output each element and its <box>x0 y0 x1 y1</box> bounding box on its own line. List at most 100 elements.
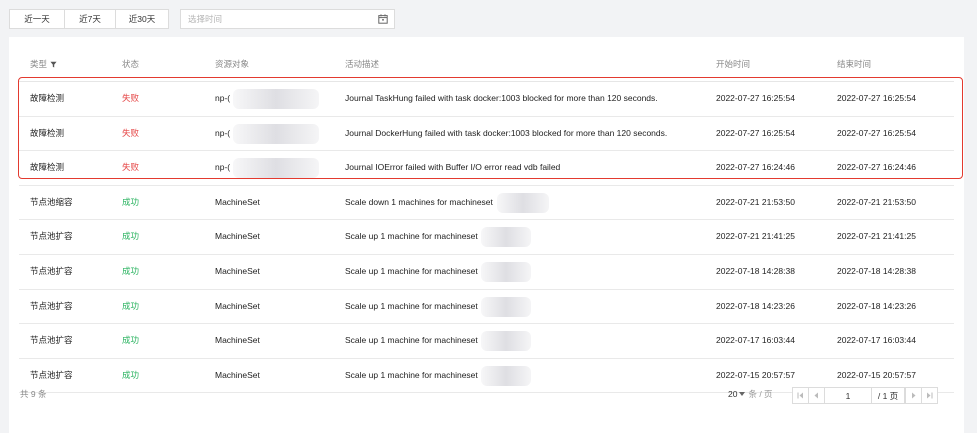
cell-end-time: 2022-07-21 21:53:50 <box>837 196 916 207</box>
chevron-down-icon <box>739 392 746 396</box>
cell-end-time: 2022-07-27 16:25:54 <box>837 127 916 138</box>
table-header: 类型 状态 资源对象 活动描述 开始时间 结束时间 <box>19 48 954 82</box>
redacted-blur <box>481 331 531 352</box>
redacted-blur <box>497 192 549 213</box>
table-row: 节点池扩容 成功 MachineSet Scale up 1 machine f… <box>19 290 954 325</box>
cell-resource: np-( <box>215 162 231 173</box>
range-30-days-button[interactable]: 近30天 <box>116 9 169 29</box>
cell-status: 成功 <box>122 300 140 311</box>
prev-page-icon <box>814 392 818 399</box>
cell-description: Scale up 1 machine for machineset <box>345 231 478 242</box>
time-filter-bar: 近一天 近7天 近30天 选择时间 <box>9 9 395 29</box>
cell-resource: MachineSet <box>215 300 260 311</box>
table-row: 故障检测 失败 np-( Journal IOError failed with… <box>19 151 954 186</box>
page-size-select[interactable]: 20 条 / 页 <box>728 388 773 400</box>
pagination: 1 / 1 页 <box>792 387 938 404</box>
page-size-unit: 条 / 页 <box>748 389 773 399</box>
date-picker-placeholder: 选择时间 <box>188 14 223 24</box>
cell-type: 节点池扩容 <box>30 335 73 346</box>
cell-type: 节点池扩容 <box>30 300 73 311</box>
cell-end-time: 2022-07-18 14:23:26 <box>837 300 916 311</box>
cell-resource: MachineSet <box>215 265 260 276</box>
cell-start-time: 2022-07-27 16:25:54 <box>716 127 795 138</box>
header-type[interactable]: 类型 <box>30 48 57 81</box>
activity-table-card: 类型 状态 资源对象 活动描述 开始时间 结束时间 故障检测 失败 np-( J… <box>9 37 964 433</box>
cell-status: 成功 <box>122 196 140 207</box>
cell-start-time: 2022-07-18 14:23:26 <box>716 300 795 311</box>
page-size-value: 20 <box>728 389 738 399</box>
calendar-icon[interactable] <box>378 14 388 24</box>
date-picker-input[interactable]: 选择时间 <box>180 9 395 29</box>
cell-end-time: 2022-07-27 16:24:46 <box>837 162 916 173</box>
cell-start-time: 2022-07-17 16:03:44 <box>716 335 795 346</box>
header-description: 活动描述 <box>345 59 380 69</box>
cell-description: Scale up 1 machine for machineset <box>345 335 478 346</box>
redacted-blur <box>481 261 531 282</box>
cell-status: 失败 <box>122 162 140 173</box>
cell-description: Scale up 1 machine for machineset <box>345 369 478 380</box>
cell-start-time: 2022-07-21 21:53:50 <box>716 196 795 207</box>
cell-start-time: 2022-07-15 20:57:57 <box>716 369 795 380</box>
range-7-days-button[interactable]: 近7天 <box>65 9 116 29</box>
cell-description: Scale down 1 machines for machineset <box>345 196 493 207</box>
range-1-day-button[interactable]: 近一天 <box>9 9 65 29</box>
cell-resource: MachineSet <box>215 369 260 380</box>
table-row: 节点池缩容 成功 MachineSet Scale down 1 machine… <box>19 186 954 221</box>
cell-start-time: 2022-07-18 14:28:38 <box>716 265 795 276</box>
cell-start-time: 2022-07-27 16:25:54 <box>716 93 795 103</box>
cell-resource: np-( <box>215 127 231 138</box>
cell-status: 失败 <box>122 93 140 103</box>
first-page-button[interactable] <box>792 387 809 404</box>
cell-description: Journal TaskHung failed with task docker… <box>345 93 658 103</box>
next-page-button[interactable] <box>905 387 922 404</box>
redacted-blur <box>481 296 531 317</box>
header-end-time: 结束时间 <box>837 59 872 69</box>
total-count: 共 9 条 <box>20 389 47 399</box>
table-row: 节点池扩容 成功 MachineSet Scale up 1 machine f… <box>19 255 954 290</box>
cell-description: Scale up 1 machine for machineset <box>345 300 478 311</box>
cell-type: 节点池缩容 <box>30 196 73 207</box>
filter-icon[interactable] <box>50 61 57 68</box>
redacted-blur <box>481 365 531 386</box>
redacted-blur <box>233 89 319 109</box>
table-row: 故障检测 失败 np-( Journal TaskHung failed wit… <box>19 82 954 117</box>
table-row: 节点池扩容 成功 MachineSet Scale up 1 machine f… <box>19 220 954 255</box>
cell-description: Scale up 1 machine for machineset <box>345 265 478 276</box>
page-number-input[interactable]: 1 <box>825 387 872 404</box>
cell-start-time: 2022-07-21 21:41:25 <box>716 231 795 242</box>
cell-type: 节点池扩容 <box>30 231 73 242</box>
cell-end-time: 2022-07-17 16:03:44 <box>837 335 916 346</box>
cell-start-time: 2022-07-27 16:24:46 <box>716 162 795 173</box>
first-page-icon <box>797 392 803 399</box>
cell-status: 成功 <box>122 231 140 242</box>
cell-description: Journal DockerHung failed with task dock… <box>345 127 668 138</box>
cell-status: 成功 <box>122 265 140 276</box>
cell-type: 故障检测 <box>30 162 65 173</box>
cell-type: 故障检测 <box>30 93 65 103</box>
redacted-blur <box>233 123 319 144</box>
prev-page-button[interactable] <box>809 387 825 404</box>
cell-status: 成功 <box>122 335 140 346</box>
last-page-button[interactable] <box>922 387 938 404</box>
next-page-icon <box>912 392 916 399</box>
redacted-blur <box>233 158 319 179</box>
cell-end-time: 2022-07-18 14:28:38 <box>837 265 916 276</box>
cell-type: 节点池扩容 <box>30 369 73 380</box>
cell-resource: MachineSet <box>215 196 260 207</box>
cell-resource: MachineSet <box>215 231 260 242</box>
table-body: 故障检测 失败 np-( Journal TaskHung failed wit… <box>19 82 954 394</box>
cell-end-time: 2022-07-21 21:41:25 <box>837 231 916 242</box>
cell-type: 节点池扩容 <box>30 265 73 276</box>
page-total: / 1 页 <box>872 387 905 404</box>
cell-resource: np-( <box>215 93 231 103</box>
cell-description: Journal IOError failed with Buffer I/O e… <box>345 162 561 173</box>
table-row: 节点池扩容 成功 MachineSet Scale up 1 machine f… <box>19 324 954 359</box>
last-page-icon <box>927 392 933 399</box>
cell-type: 故障检测 <box>30 127 65 138</box>
redacted-blur <box>481 227 531 248</box>
cell-end-time: 2022-07-27 16:25:54 <box>837 93 916 103</box>
cell-status: 失败 <box>122 127 140 138</box>
cell-resource: MachineSet <box>215 335 260 346</box>
header-start-time: 开始时间 <box>716 59 751 69</box>
table-row: 故障检测 失败 np-( Journal DockerHung failed w… <box>19 117 954 152</box>
